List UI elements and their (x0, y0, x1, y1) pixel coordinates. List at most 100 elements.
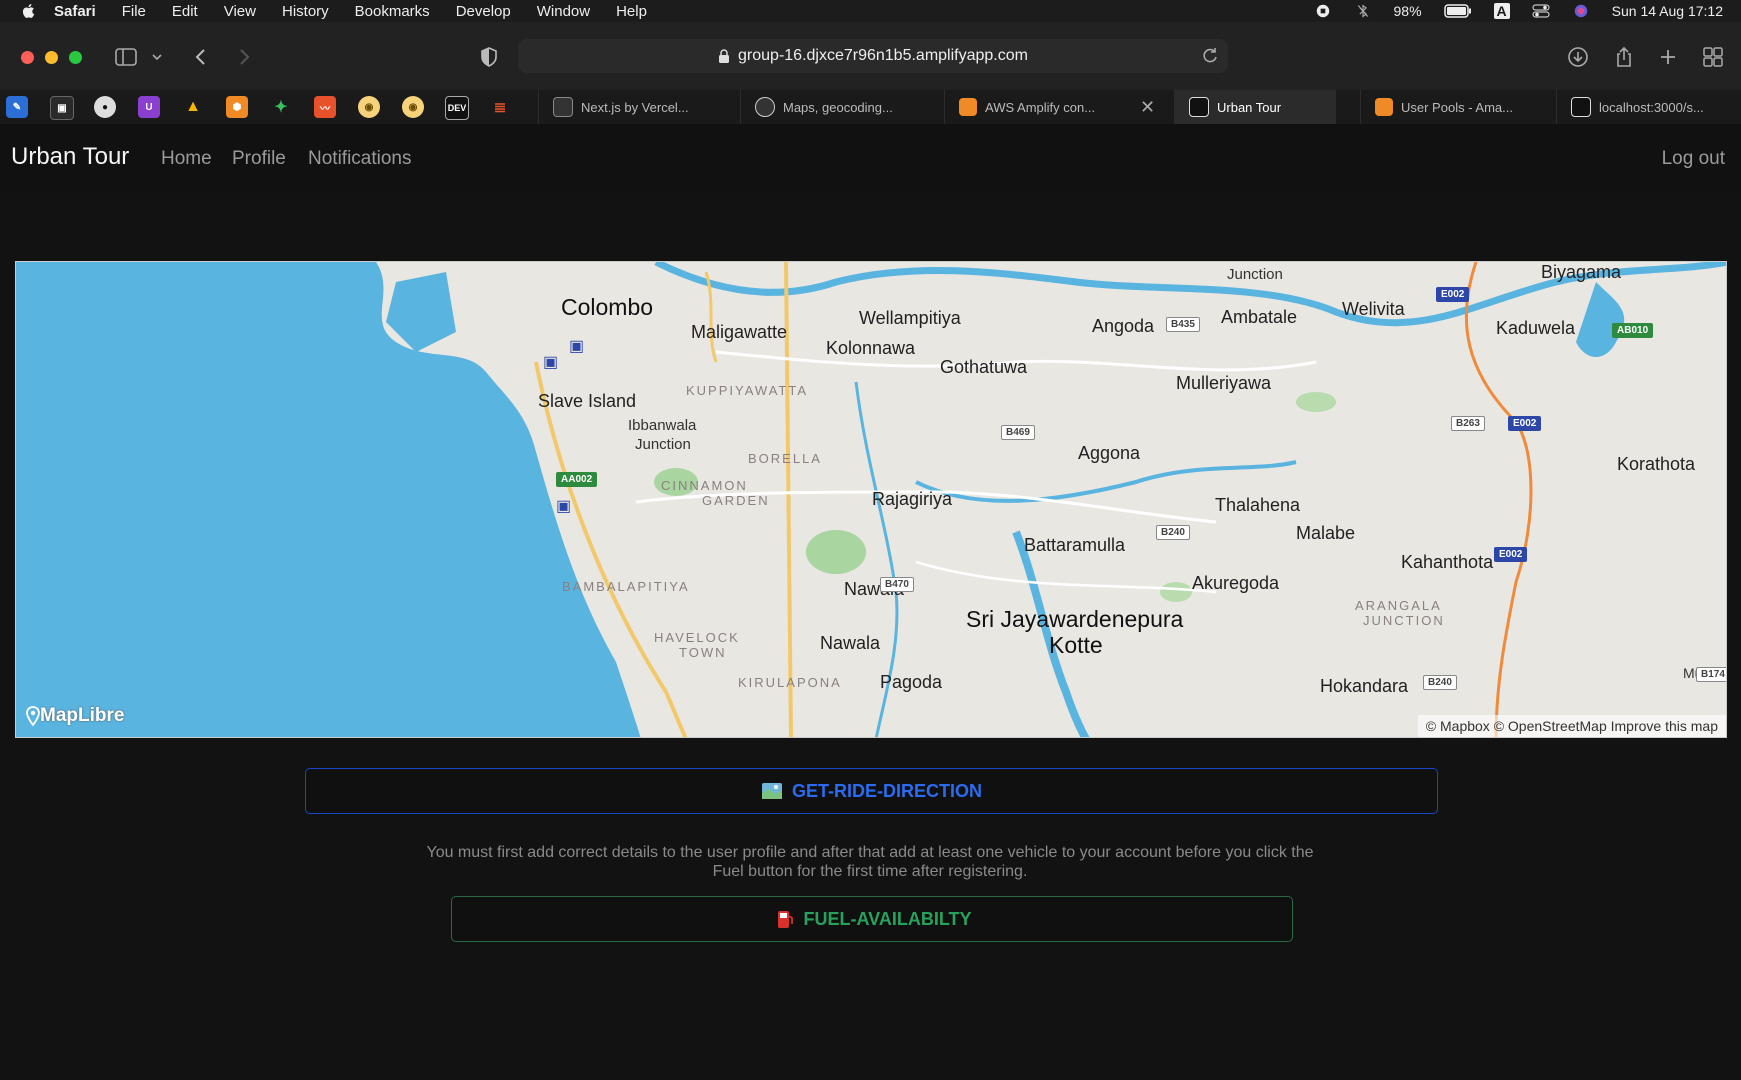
amplify-icon (1189, 97, 1209, 117)
road-shield: B263 (1451, 416, 1485, 431)
menu-window[interactable]: Window (537, 3, 590, 20)
road-shield: E002 (1494, 547, 1528, 562)
district-label: TOWN (679, 645, 727, 660)
address-bar[interactable]: group-16.djxce7r96n1b5.amplifyapp.com (518, 39, 1228, 73)
tab-nextjs[interactable]: Next.js by Vercel... (538, 90, 726, 124)
map-pin-icon (26, 706, 40, 726)
close-window-button[interactable] (21, 51, 34, 64)
pinned-tab-vscode-icon[interactable]: ✎ (6, 96, 28, 118)
tab-maps[interactable]: Maps, geocoding... (740, 90, 930, 124)
menu-history[interactable]: History (282, 3, 329, 20)
screen-record-icon[interactable] (1314, 4, 1332, 18)
place-label: Ambatale (1221, 307, 1298, 327)
tab-urban-tour[interactable]: Urban Tour (1174, 90, 1336, 124)
back-icon[interactable] (189, 45, 213, 69)
tab-user-pools[interactable]: User Pools - Ama... (1360, 90, 1540, 124)
place-label: Angoda (1092, 316, 1155, 336)
nextjs-icon (553, 97, 573, 117)
menu-help[interactable]: Help (616, 3, 647, 20)
train-station-icon: ▣ (556, 498, 572, 515)
place-label: Akuregoda (1192, 573, 1280, 593)
pinned-tab-circle2-icon[interactable]: ◉ (402, 96, 424, 118)
pinned-tab-aws-icon[interactable]: ⬢ (226, 96, 248, 118)
pinned-tab-drive-icon[interactable]: ▲ (182, 96, 204, 118)
pinned-tab-circle-icon[interactable]: ◉ (358, 96, 380, 118)
zoom-window-button[interactable] (69, 51, 82, 64)
bluetooth-off-icon[interactable] (1354, 4, 1372, 18)
road-shield: AA002 (556, 472, 598, 487)
get-ride-direction-label: GET-RIDE-DIRECTION (791, 780, 982, 801)
place-label: Wellampitiya (859, 308, 961, 328)
fuel-availability-label: FUEL-AVAILABILTY (803, 908, 972, 929)
pinned-tab-dev-icon[interactable]: DEV (445, 96, 469, 120)
input-source-indicator[interactable]: A (1493, 3, 1510, 19)
tab-localhost[interactable]: localhost:3000/s... (1556, 90, 1741, 124)
maplibre-logo[interactable]: MapLibre (26, 705, 124, 727)
nav-home[interactable]: Home (161, 148, 212, 170)
battery-icon[interactable] (1443, 4, 1472, 18)
place-label: Welivita (1342, 299, 1405, 319)
close-tab-icon[interactable]: ✕ (1140, 97, 1155, 118)
control-center-icon[interactable] (1532, 4, 1550, 18)
place-colombo: Colombo (561, 294, 654, 320)
menu-develop[interactable]: Develop (456, 3, 511, 20)
fuel-pump-icon (777, 911, 793, 928)
map-view[interactable]: Colombo Sri Jayawardenepura Kotte Maliga… (15, 261, 1727, 738)
road-shield: B174 (1696, 667, 1726, 682)
pinned-tab-app-icon[interactable]: ▣ (50, 96, 74, 120)
minimize-window-button[interactable] (45, 51, 58, 64)
tab-aws-amplify[interactable]: AWS Amplify con... (944, 90, 1134, 124)
forward-icon[interactable] (232, 45, 256, 69)
place-label: Nawala (820, 633, 881, 653)
menu-safari[interactable]: Safari (54, 3, 96, 20)
tab-label: Next.js by Vercel... (581, 99, 689, 115)
district-label: GARDEN (702, 493, 770, 508)
road-shield: B240 (1156, 525, 1190, 540)
district-label: KUPPIYAWATTA (686, 383, 808, 398)
district-label: KIRULAPONA (738, 675, 842, 690)
tab-label: Urban Tour (1217, 99, 1282, 115)
pinned-tab-purple-icon[interactable]: U (138, 96, 160, 118)
amplify-icon (1571, 97, 1591, 117)
place-label: Junction (635, 436, 691, 453)
place-label: Kahanthota (1401, 552, 1494, 572)
place-kotte: Kotte (1049, 632, 1103, 658)
menu-file[interactable]: File (122, 3, 146, 20)
place-label: Kolonnawa (826, 338, 916, 358)
menu-edit[interactable]: Edit (172, 3, 198, 20)
clock[interactable]: Sun 14 Aug 17:12 (1612, 3, 1723, 19)
fuel-availability-button[interactable]: FUEL-AVAILABILTY (451, 896, 1293, 942)
pinned-tab-green-icon[interactable]: ✦ (270, 96, 292, 118)
get-ride-direction-button[interactable]: GET-RIDE-DIRECTION (305, 768, 1438, 814)
share-icon[interactable] (1612, 45, 1636, 69)
url-text: group-16.djxce7r96n1b5.amplifyapp.com (738, 47, 1028, 64)
road-shield: B240 (1423, 675, 1457, 690)
road-shield: E002 (1508, 416, 1542, 431)
tab-overview-icon[interactable] (1701, 45, 1725, 69)
logout-link[interactable]: Log out (1662, 148, 1725, 170)
reload-icon[interactable] (1200, 46, 1220, 66)
place-label: Aggona (1078, 443, 1141, 463)
privacy-shield-icon[interactable] (477, 45, 501, 69)
nav-profile[interactable]: Profile (232, 148, 286, 170)
brand-link[interactable]: Urban Tour (11, 143, 129, 171)
pinned-tab-github-icon[interactable]: ● (94, 96, 116, 118)
menu-bookmarks[interactable]: Bookmarks (355, 3, 430, 20)
map-attribution[interactable]: © Mapbox © OpenStreetMap Improve this ma… (1417, 715, 1726, 737)
pinned-tab-stackoverflow-icon[interactable]: ≣ (489, 96, 511, 118)
pinned-tab-orange-icon[interactable]: 〰 (314, 96, 336, 118)
aws-icon (959, 98, 977, 116)
downloads-icon[interactable] (1566, 45, 1590, 69)
sidebar-toggle-icon[interactable] (114, 45, 138, 69)
new-tab-icon[interactable] (1656, 45, 1680, 69)
nav-notifications[interactable]: Notifications (308, 148, 412, 170)
tab-label: Maps, geocoding... (783, 99, 893, 115)
place-label: Pagoda (880, 672, 943, 692)
menu-view[interactable]: View (224, 3, 256, 20)
road-shield: E002 (1436, 287, 1470, 302)
siri-icon[interactable] (1572, 4, 1590, 18)
apple-icon[interactable] (20, 2, 38, 20)
profile-notice: You must first add correct details to th… (426, 844, 1314, 880)
chevron-down-icon[interactable] (150, 45, 164, 69)
train-station-icon: ▣ (543, 354, 559, 371)
